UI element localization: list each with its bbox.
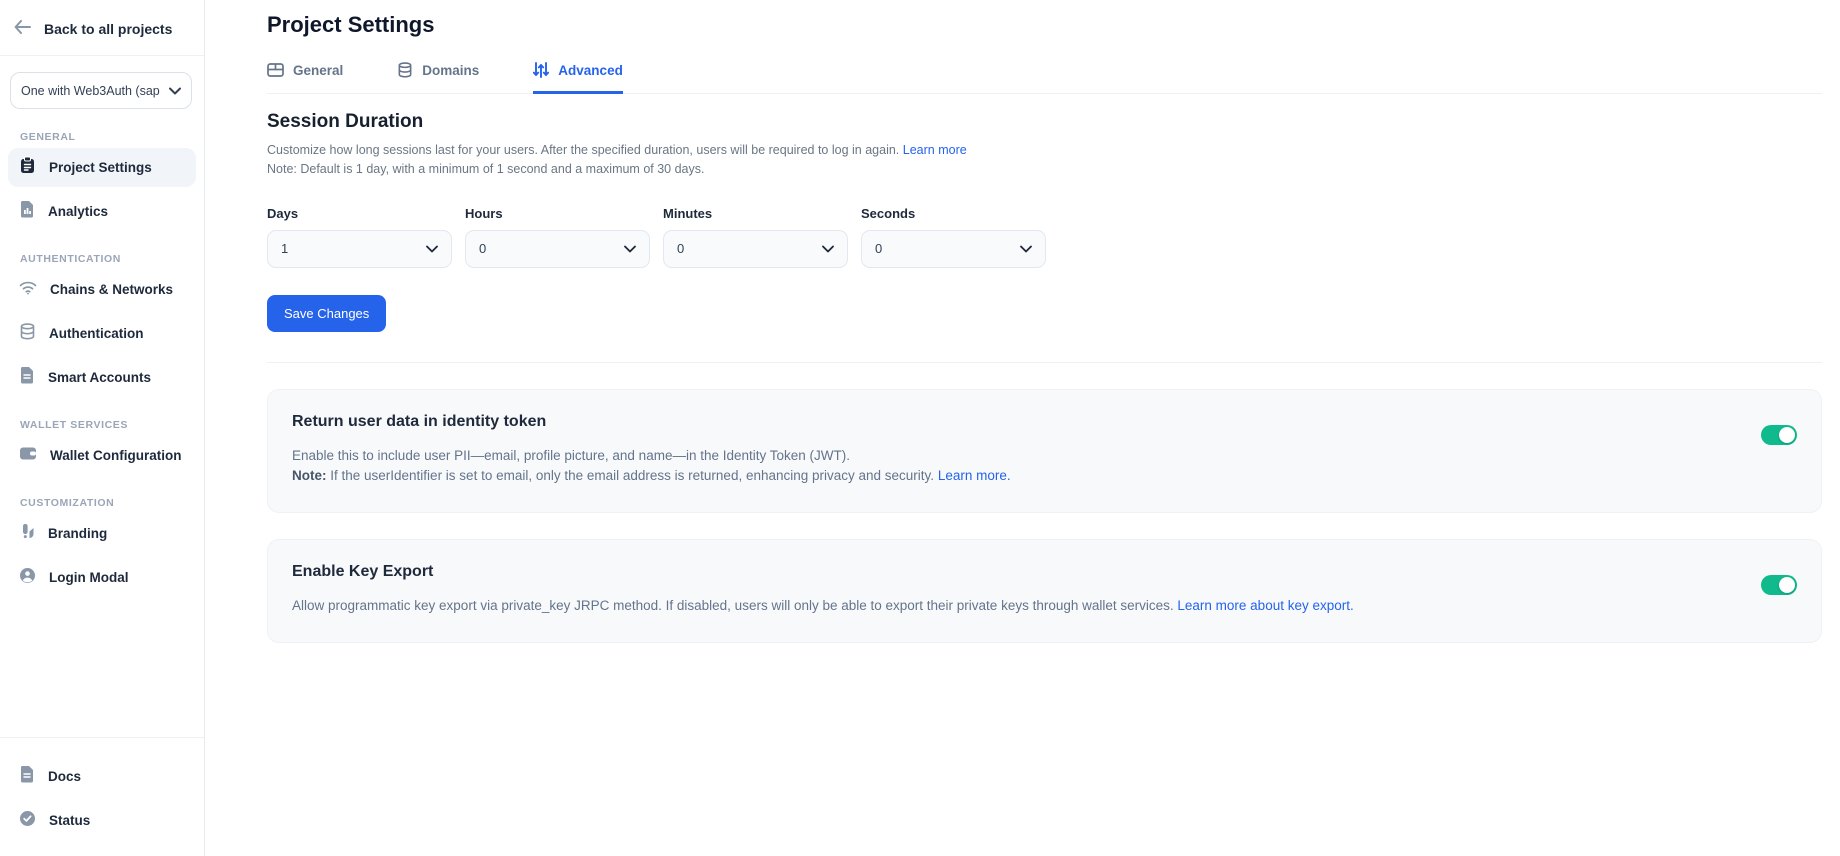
project-selector-dropdown[interactable]: One with Web3Auth (sap: [10, 72, 192, 109]
session-duration-note: Note: Default is 1 day, with a minimum o…: [267, 162, 704, 176]
divider: [267, 362, 1822, 363]
sidebar-footer: Docs Status: [0, 737, 204, 856]
sidebar-item-chains-networks[interactable]: Chains & Networks: [8, 270, 196, 309]
toggle-knob: [1779, 427, 1795, 443]
key-export-card: Enable Key Export Allow programmatic key…: [267, 539, 1822, 643]
sidebar-item-project-settings[interactable]: Project Settings: [8, 148, 196, 187]
hours-label: Hours: [465, 206, 650, 221]
minutes-label: Minutes: [663, 206, 848, 221]
tab-domains[interactable]: Domains: [397, 62, 479, 94]
seconds-select[interactable]: 0: [861, 230, 1046, 268]
tab-advanced[interactable]: Advanced: [533, 62, 623, 94]
sidebar-item-docs[interactable]: Docs: [8, 757, 196, 796]
seconds-value: 0: [875, 241, 882, 256]
save-changes-button[interactable]: Save Changes: [267, 295, 386, 332]
minutes-field: Minutes 0: [663, 206, 848, 268]
minutes-select[interactable]: 0: [663, 230, 848, 268]
tab-label: Advanced: [558, 63, 623, 78]
identity-token-body: Enable this to include user PII—email, p…: [292, 446, 1011, 488]
duration-fields: Days 1 Hours 0 Minutes 0 Seconds 0: [267, 206, 1822, 268]
note-label: Note:: [292, 468, 327, 483]
back-arrow-icon: [14, 20, 32, 37]
chevron-down-icon: [822, 240, 834, 258]
check-circle-icon: [19, 810, 36, 832]
sidebar-item-label: Login Modal: [49, 570, 128, 585]
main-content: Project Settings General Domains Advance…: [205, 0, 1840, 856]
sidebar-item-login-modal[interactable]: Login Modal: [8, 558, 196, 597]
key-export-title: Enable Key Export: [292, 563, 1354, 581]
project-selector-value: One with Web3Auth (sap: [21, 84, 163, 98]
sidebar-item-label: Project Settings: [49, 160, 152, 175]
back-label: Back to all projects: [44, 21, 172, 37]
learn-more-link[interactable]: Learn more.: [938, 468, 1011, 483]
chevron-down-icon: [1020, 240, 1032, 258]
minutes-value: 0: [677, 241, 684, 256]
file-icon: [19, 366, 35, 389]
clipboard-icon: [19, 156, 36, 179]
tab-label: Domains: [422, 63, 479, 78]
session-duration-description: Customize how long sessions last for you…: [267, 141, 1822, 179]
session-duration-title: Session Duration: [267, 111, 1822, 133]
page-title: Project Settings: [267, 12, 1822, 38]
sliders-icon: [533, 62, 549, 78]
hours-value: 0: [479, 241, 486, 256]
divider: [0, 55, 204, 56]
learn-more-link[interactable]: Learn more: [903, 143, 967, 157]
days-value: 1: [281, 241, 288, 256]
tab-label: General: [293, 63, 343, 78]
sidebar-item-label: Analytics: [48, 204, 108, 219]
back-to-projects-link[interactable]: Back to all projects: [0, 0, 204, 55]
key-export-body: Allow programmatic key export via privat…: [292, 596, 1354, 617]
section-label-general: GENERAL: [20, 131, 196, 143]
sidebar-item-label: Wallet Configuration: [50, 448, 182, 463]
sidebar-item-branding[interactable]: Branding: [8, 514, 196, 553]
analytics-icon: [19, 200, 35, 223]
document-icon: [19, 765, 35, 788]
seconds-field: Seconds 0: [861, 206, 1046, 268]
section-label-wallet-services: WALLET SERVICES: [20, 419, 196, 431]
sidebar-item-wallet-configuration[interactable]: Wallet Configuration: [8, 436, 196, 475]
hours-field: Hours 0: [465, 206, 650, 268]
days-field: Days 1: [267, 206, 452, 268]
sidebar-item-authentication[interactable]: Authentication: [8, 314, 196, 353]
wallet-icon: [19, 446, 37, 466]
sidebar-item-analytics[interactable]: Analytics: [8, 192, 196, 231]
sidebar-item-label: Smart Accounts: [48, 370, 151, 385]
wifi-icon: [19, 280, 37, 300]
user-circle-icon: [19, 567, 36, 589]
tab-bar: General Domains Advanced: [267, 62, 1822, 94]
chevron-down-icon: [624, 240, 636, 258]
key-export-toggle[interactable]: [1761, 575, 1797, 595]
identity-token-card: Return user data in identity token Enabl…: [267, 389, 1822, 514]
database-icon: [397, 62, 413, 78]
database-icon: [19, 323, 36, 345]
sidebar: Back to all projects One with Web3Auth (…: [0, 0, 205, 856]
seconds-label: Seconds: [861, 206, 1046, 221]
section-label-authentication: AUTHENTICATION: [20, 253, 196, 265]
days-label: Days: [267, 206, 452, 221]
sidebar-item-status[interactable]: Status: [8, 801, 196, 840]
sidebar-item-label: Status: [49, 813, 90, 828]
learn-more-key-export-link[interactable]: Learn more about key export.: [1177, 598, 1353, 613]
hours-select[interactable]: 0: [465, 230, 650, 268]
sidebar-item-label: Branding: [48, 526, 107, 541]
chevron-down-icon: [169, 82, 181, 100]
sidebar-item-label: Authentication: [49, 326, 144, 341]
sidebar-item-label: Chains & Networks: [50, 282, 173, 297]
identity-token-title: Return user data in identity token: [292, 413, 1011, 431]
sidebar-nav: GENERAL Project Settings Analytics AUTHE…: [0, 109, 204, 597]
table-cells-icon: [267, 63, 284, 77]
identity-token-toggle[interactable]: [1761, 425, 1797, 445]
sidebar-item-label: Docs: [48, 769, 81, 784]
section-label-customization: CUSTOMIZATION: [20, 497, 196, 509]
sidebar-item-smart-accounts[interactable]: Smart Accounts: [8, 358, 196, 397]
tab-general[interactable]: General: [267, 62, 343, 94]
toggle-knob: [1779, 577, 1795, 593]
brush-icon: [19, 523, 35, 545]
days-select[interactable]: 1: [267, 230, 452, 268]
chevron-down-icon: [426, 240, 438, 258]
